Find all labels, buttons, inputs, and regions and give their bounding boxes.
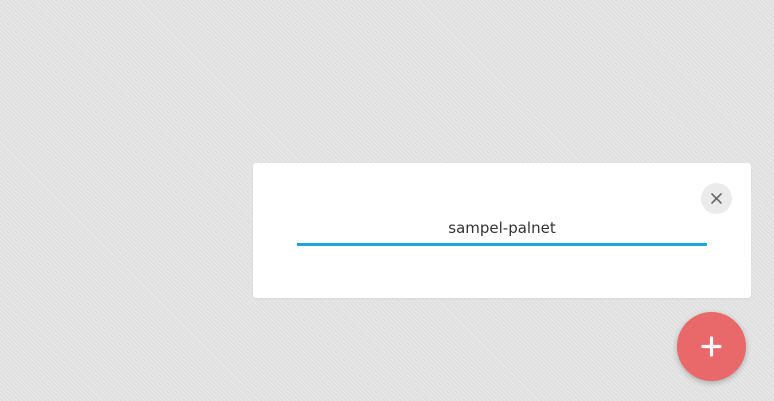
close-button[interactable]	[701, 183, 732, 214]
close-icon	[711, 193, 722, 204]
name-input[interactable]	[297, 213, 707, 246]
name-dialog	[253, 163, 751, 298]
plus-icon	[701, 336, 722, 357]
add-button[interactable]	[677, 312, 746, 381]
